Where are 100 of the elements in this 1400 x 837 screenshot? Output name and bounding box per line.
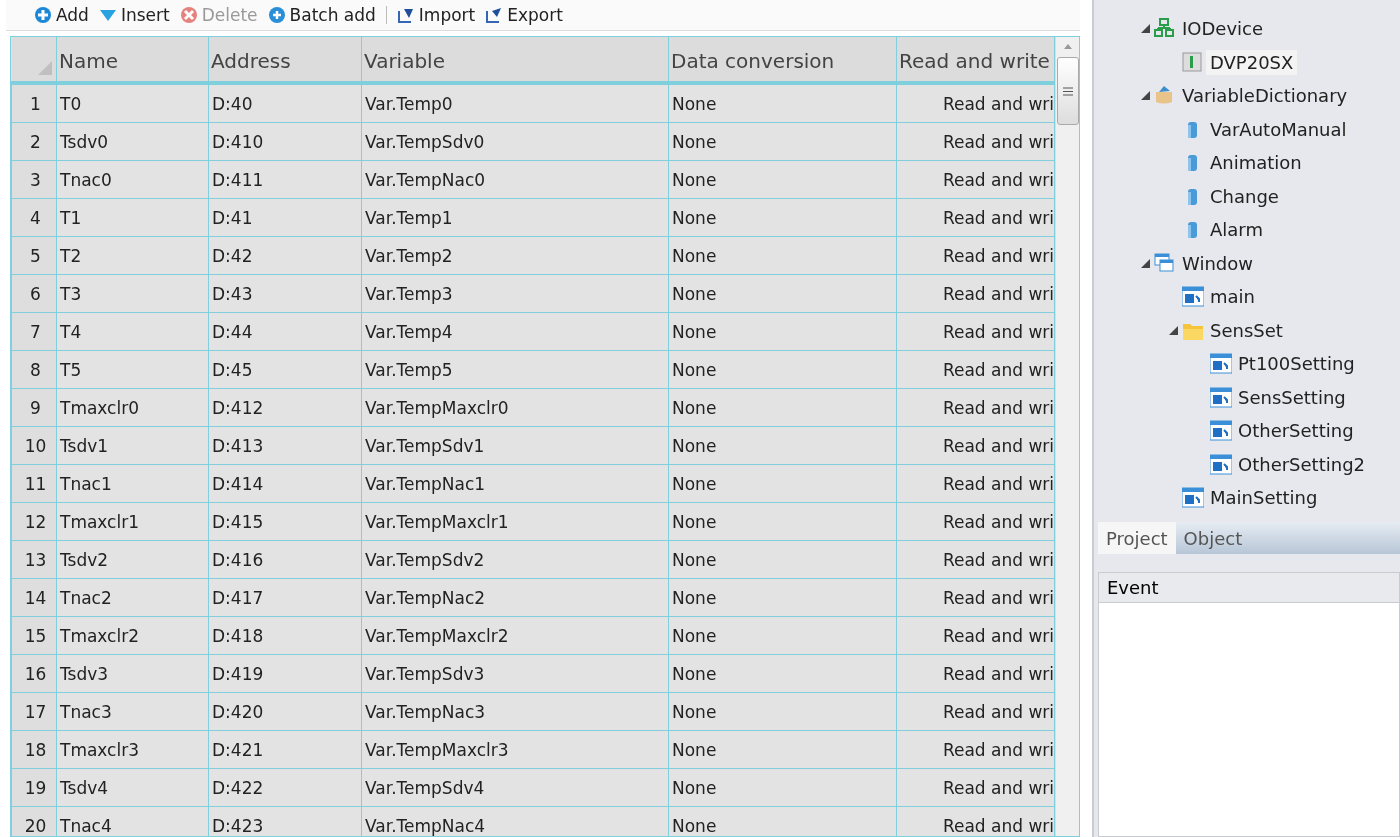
insert-button[interactable]: Insert <box>98 5 170 25</box>
table-cell: Read and wri <box>896 768 1055 807</box>
tree-item[interactable]: SensSet <box>1206 317 1287 343</box>
row-number: 2 <box>11 122 57 161</box>
tree-item[interactable]: VarAutoManual <box>1206 116 1351 142</box>
table-cell: Var.TempSdv4 <box>361 768 669 807</box>
table-cell: Tsdv0 <box>56 122 209 161</box>
table-cell: Var.TempMaxclr3 <box>361 730 669 769</box>
table-cell: D:421 <box>208 730 362 769</box>
tree-item[interactable]: Window <box>1178 250 1257 276</box>
column-header[interactable]: Name <box>56 37 209 83</box>
window-icon <box>1210 420 1232 442</box>
import-button[interactable]: Import <box>396 5 476 25</box>
table-cell: D:416 <box>208 540 362 579</box>
window-icon <box>1154 252 1176 274</box>
network-icon <box>1154 18 1176 40</box>
table-cell: Var.TempSdv3 <box>361 654 669 693</box>
tree-item[interactable]: SensSetting <box>1234 384 1350 410</box>
table-cell: Var.TempNac4 <box>361 806 669 836</box>
table-cell: Tsdv3 <box>56 654 209 693</box>
table-cell: Read and wri <box>896 122 1055 161</box>
add-button[interactable]: Add <box>34 5 89 25</box>
tree-item[interactable]: OtherSetting <box>1234 418 1358 444</box>
row-number: 15 <box>11 616 57 655</box>
table-cell: Var.Temp1 <box>361 198 669 237</box>
tree-item[interactable]: main <box>1206 284 1259 310</box>
table-cell: Tnac4 <box>56 806 209 836</box>
table-cell: None <box>668 388 897 427</box>
column-header[interactable]: Read and write <box>896 37 1055 83</box>
tree-item[interactable]: DVP20SX <box>1206 49 1298 75</box>
batch-button[interactable]: Batch add <box>267 5 376 25</box>
tree-item[interactable]: Alarm <box>1206 217 1267 243</box>
row-number: 13 <box>11 540 57 579</box>
tab[interactable]: Object <box>1175 522 1251 554</box>
table-cell: Read and wri <box>896 502 1055 541</box>
table-cell: Tnac2 <box>56 578 209 617</box>
table-cell: Var.TempSdv1 <box>361 426 669 465</box>
row-number: 8 <box>11 350 57 389</box>
row-number: 17 <box>11 692 57 731</box>
row-number: 5 <box>11 236 57 275</box>
row-number: 12 <box>11 502 57 541</box>
table-cell: Read and wri <box>896 160 1055 199</box>
table-cell: Read and wri <box>896 730 1055 769</box>
table-cell: Read and wri <box>896 692 1055 731</box>
column-header[interactable]: Data conversion <box>668 37 897 83</box>
table-cell: D:417 <box>208 578 362 617</box>
expander-icon[interactable] <box>1140 258 1150 268</box>
tab[interactable]: Project <box>1098 522 1176 554</box>
table-cell: Read and wri <box>896 426 1055 465</box>
table-cell: T0 <box>56 83 209 123</box>
table-cell: Var.Temp2 <box>361 236 669 275</box>
table-cell: None <box>668 426 897 465</box>
table-cell: Read and wri <box>896 312 1055 351</box>
table-cell: None <box>668 236 897 275</box>
window-icon <box>1182 487 1204 509</box>
table-cell: Read and wri <box>896 654 1055 693</box>
table-cell: Var.TempMaxclr1 <box>361 502 669 541</box>
tree-item[interactable]: Pt100Setting <box>1234 351 1359 377</box>
column-header[interactable]: Address <box>208 37 362 83</box>
table-cell: None <box>668 312 897 351</box>
tree-item[interactable]: VariableDictionary <box>1178 83 1352 109</box>
scrollbar-thumb[interactable] <box>1056 57 1079 125</box>
table-cell: None <box>668 83 897 123</box>
table-cell: None <box>668 578 897 617</box>
table-cell: D:423 <box>208 806 362 836</box>
table-cell: D:418 <box>208 616 362 655</box>
plus-icon <box>34 6 52 24</box>
row-number: 11 <box>11 464 57 503</box>
tree-item[interactable]: IODevice <box>1178 16 1268 42</box>
table-cell: D:420 <box>208 692 362 731</box>
table-cell: Read and wri <box>896 236 1055 275</box>
table-cell: D:415 <box>208 502 362 541</box>
table-cell: D:44 <box>208 312 362 351</box>
window-icon <box>1210 386 1232 408</box>
table-cell: None <box>668 616 897 655</box>
table-cell: None <box>668 730 897 769</box>
table-cell: Var.TempSdv0 <box>361 122 669 161</box>
table-cell: Read and wri <box>896 388 1055 427</box>
table-cell: Tnac3 <box>56 692 209 731</box>
expander-icon[interactable] <box>1140 91 1150 101</box>
table-cell: None <box>668 768 897 807</box>
expander-icon[interactable] <box>1140 24 1150 34</box>
tree-item[interactable]: Change <box>1206 183 1283 209</box>
table-cell: Tsdv2 <box>56 540 209 579</box>
export-button[interactable]: Export <box>485 5 563 25</box>
table-cell: None <box>668 160 897 199</box>
panel-title: Event <box>1099 573 1399 603</box>
table-cell: Tnac0 <box>56 160 209 199</box>
export-icon <box>485 6 504 24</box>
table-cell: Var.TempNac0 <box>361 160 669 199</box>
tree-item[interactable]: OtherSetting2 <box>1234 451 1369 477</box>
table-cell: Var.TempMaxclr2 <box>361 616 669 655</box>
tree-item[interactable]: Animation <box>1206 150 1306 176</box>
column-header[interactable]: Variable <box>361 37 669 83</box>
table-cell: Read and wri <box>896 578 1055 617</box>
table-cell: Tsdv1 <box>56 426 209 465</box>
tree-item[interactable]: MainSetting <box>1206 485 1322 511</box>
table-cell: D:42 <box>208 236 362 275</box>
expander-icon[interactable] <box>1168 325 1178 335</box>
row-number: 16 <box>11 654 57 693</box>
